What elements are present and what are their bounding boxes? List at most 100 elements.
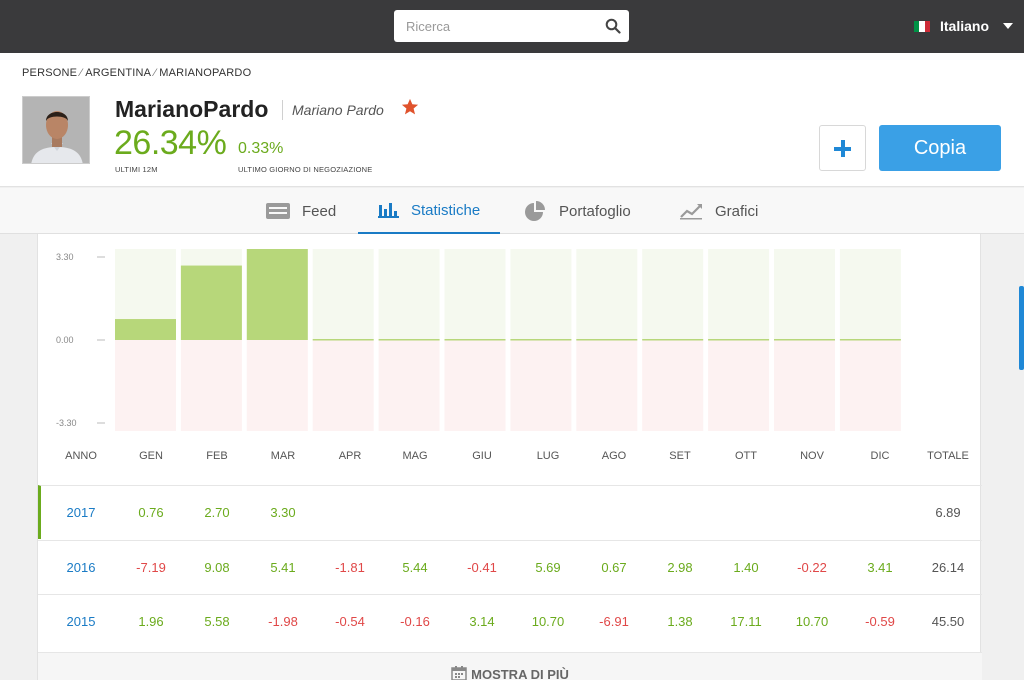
bar-dic <box>839 339 901 341</box>
bar-bg-negative-ott <box>708 340 770 431</box>
bar-bg-positive-lug <box>510 249 572 340</box>
show-more-label: MOSTRA DI PIÙ <box>471 667 569 680</box>
scrollbar[interactable] <box>1019 286 1024 370</box>
bar-bg-negative-lug <box>510 340 572 431</box>
column-header-set: SET <box>669 450 691 462</box>
column-header-dic: DIC <box>870 450 890 462</box>
cell-mag <box>385 486 445 540</box>
column-header-nov: NOV <box>800 450 824 462</box>
breadcrumb-country[interactable]: ARGENTINA <box>85 67 151 79</box>
bar-bg-negative-ago <box>576 340 638 431</box>
bar-mag <box>378 339 440 341</box>
gain-12m: 26.34% <box>114 124 227 162</box>
bar-bg-negative-gen <box>115 340 176 431</box>
cell-apr: -0.54 <box>335 614 365 629</box>
column-header-totale: TOTALE <box>927 450 969 462</box>
tab-portfolio-label: Portafoglio <box>559 202 631 220</box>
column-header-mar: MAR <box>270 450 296 462</box>
row-year[interactable]: 2016 <box>51 541 111 595</box>
line-chart-icon <box>680 204 702 220</box>
bar-bg-negative-mag <box>378 340 440 431</box>
bar-bg-positive-ago <box>576 249 638 340</box>
star-icon[interactable] <box>401 98 419 116</box>
cell-lug: 5.69 <box>535 560 561 575</box>
search-icon[interactable] <box>605 18 621 34</box>
bar-bg-negative-feb <box>180 340 242 431</box>
cell-nov: -0.22 <box>797 560 827 575</box>
bar-bg-positive-mag <box>378 249 440 340</box>
cell-lug: 10.70 <box>531 614 565 629</box>
cell-gen: -7.19 <box>136 560 166 575</box>
cell-mag: 5.44 <box>402 560 428 575</box>
cell-apr <box>320 486 380 540</box>
profile-tabs: Feed Statistiche Portafoglio Grafici <box>0 188 1024 234</box>
cell-dic: -0.59 <box>865 614 895 629</box>
table-row[interactable]: 2016 -7.19 9.08 5.41 -1.81 5.44 -0.41 5.69 0.67 2… <box>38 540 982 594</box>
column-header-gen: GEN <box>139 450 163 462</box>
cell-giu: 3.14 <box>469 614 495 629</box>
show-more-button[interactable]: MOSTRA DI PIÙ <box>38 652 982 680</box>
bar-bg-positive-nov <box>774 249 835 340</box>
cell-ago <box>584 486 644 540</box>
cell-set <box>650 486 710 540</box>
column-header-feb: FEB <box>206 450 228 462</box>
language-selector[interactable]: Italiano <box>914 17 1014 35</box>
tab-portfolio[interactable]: Portafoglio <box>524 188 631 234</box>
bar-bg-negative-mar <box>246 340 308 431</box>
row-year[interactable]: 2017 <box>51 486 111 540</box>
tab-charts[interactable]: Grafici <box>680 188 758 234</box>
cell-feb: 9.08 <box>204 560 230 575</box>
pie-chart-icon <box>525 201 545 221</box>
table-row[interactable]: 2015 1.96 5.58 -1.98 -0.54 -0.16 3.14 10.70 -6.9… <box>38 594 982 648</box>
table-row[interactable]: 2017 0.76 2.70 3.30 6.89 <box>38 485 982 539</box>
copy-button[interactable]: Copia <box>879 125 1001 171</box>
add-to-watchlist-button[interactable]: + <box>819 125 866 171</box>
bar-bg-positive-ott <box>708 249 770 340</box>
row-total: 45.50 <box>931 614 965 629</box>
cell-feb: 2.70 <box>204 505 230 520</box>
cell-mar: 3.30 <box>270 505 296 520</box>
cell-dic: 3.41 <box>867 560 893 575</box>
bar-chart-icon <box>378 203 399 218</box>
cell-apr: -1.81 <box>335 560 365 575</box>
monthly-returns-chart <box>97 249 901 431</box>
feed-icon <box>266 203 290 219</box>
cell-ott <box>716 486 776 540</box>
breadcrumb-people[interactable]: PERSONE <box>22 67 77 79</box>
row-total: 26.14 <box>931 560 965 575</box>
bar-feb <box>180 265 242 340</box>
search-box[interactable] <box>394 10 629 42</box>
cell-ott: 1.40 <box>733 560 759 575</box>
tab-feed[interactable]: Feed <box>265 188 336 234</box>
row-year[interactable]: 2015 <box>51 595 111 649</box>
top-bar: Italiano <box>0 0 1024 53</box>
column-header-mag: MAG <box>402 450 428 462</box>
cell-giu: -0.41 <box>467 560 497 575</box>
bar-ago <box>576 339 638 341</box>
column-header-apr: APR <box>338 450 362 462</box>
bar-gen <box>115 319 176 340</box>
tab-charts-label: Grafici <box>715 202 759 220</box>
bar-bg-negative-dic <box>839 340 901 431</box>
tab-statistics[interactable]: Statistiche <box>358 188 501 234</box>
cell-gen: 0.76 <box>138 505 164 520</box>
y-tick-zero: 0.00 <box>56 335 74 345</box>
cell-nov <box>782 486 842 540</box>
cell-ago: 0.67 <box>601 560 627 575</box>
bar-lug <box>510 339 572 341</box>
table-header: ANNO GEN FEB MAR APR MAG GIU LUG AGO SET OTT NOV DIC… <box>38 450 982 470</box>
breadcrumb-user[interactable]: MARIANOPARDO <box>159 67 251 79</box>
day-gain: 0.33% <box>238 140 284 157</box>
cell-mar: 5.41 <box>270 560 296 575</box>
calendar-icon <box>451 666 467 680</box>
bar-bg-positive-giu <box>444 249 506 340</box>
cell-gen: 1.96 <box>138 614 164 629</box>
profile-header: PERSONE ⁄ ARGENTINA ⁄ MARIANOPARDO MarianoPa… <box>0 53 1024 187</box>
bar-ott <box>708 339 770 341</box>
day-gain-label: ULTIMO GIORNO DI NEGOZIAZIONE <box>238 165 373 174</box>
search-input[interactable] <box>394 10 594 42</box>
bar-bg-negative-apr <box>312 340 374 431</box>
cell-mag: -0.16 <box>400 614 430 629</box>
cell-dic <box>850 486 910 540</box>
bar-bg-positive-apr <box>312 249 374 340</box>
